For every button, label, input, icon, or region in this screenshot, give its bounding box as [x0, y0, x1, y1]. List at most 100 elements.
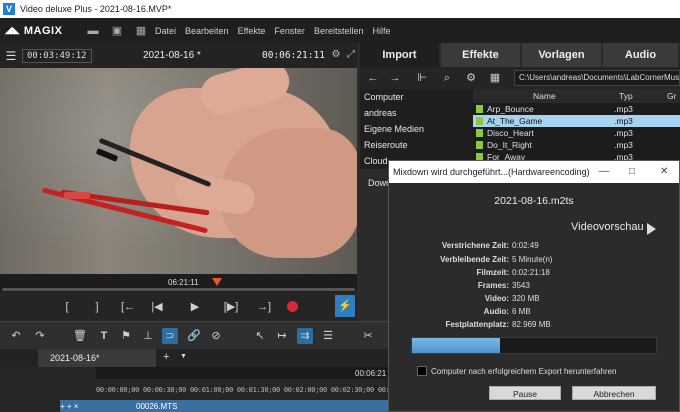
play-preview-icon[interactable] — [647, 223, 656, 235]
stat-label: Verstrichene Zeit: — [441, 241, 509, 250]
folder-item[interactable]: Eigene Medien — [360, 121, 470, 137]
file-row[interactable]: Do_It_Right .mp3 — [473, 139, 680, 151]
edit-toolbar: ↶ ↷ 🗑 T ⚑ ⊥ ⊃ 🔗 ⊘ ↖ ↦ ⇉ ☰ ✂ — [0, 321, 390, 349]
film-icon[interactable]: ▦ — [131, 21, 151, 41]
column-type[interactable]: Typ — [619, 89, 633, 103]
previous-button[interactable]: |◀ — [150, 300, 164, 314]
smart-edit-icon[interactable]: ⚡ — [335, 295, 355, 317]
menu-effekte[interactable]: Effekte — [238, 26, 266, 36]
tab-import[interactable]: Import — [360, 43, 439, 67]
stat-value: 3543 — [512, 281, 530, 290]
text-icon[interactable]: T — [96, 328, 112, 344]
playhead-marker[interactable] — [212, 278, 222, 286]
prev-marker-button[interactable]: [← — [118, 300, 138, 314]
menu-bereitstellen[interactable]: Bereitstellen — [314, 26, 364, 36]
video-track[interactable] — [60, 400, 390, 412]
menu-fenster[interactable]: Fenster — [274, 26, 305, 36]
file-name: At_The_Game — [487, 116, 543, 126]
clip-label[interactable]: 00026.MTS — [136, 402, 177, 411]
settings-gear-icon[interactable]: ⚙ — [464, 71, 478, 85]
search-icon[interactable]: ⌕ — [440, 71, 454, 85]
path-field[interactable]: C:\Users\andreas\Documents\LabCornerMusi… — [514, 70, 680, 86]
timeline-position-time: 00:06:21 — [355, 369, 387, 378]
link-icon[interactable]: 🔗 — [186, 328, 202, 344]
file-row[interactable]: Arp_Bounce .mp3 — [473, 103, 680, 115]
file-row[interactable]: At_The_Game .mp3 — [473, 115, 680, 127]
range-mode-icon[interactable]: ↦ — [274, 328, 290, 344]
video-preview[interactable] — [0, 68, 357, 274]
undo-icon[interactable]: ↶ — [8, 328, 24, 344]
hamburger-menu-icon[interactable]: ☰ — [0, 49, 22, 63]
shutdown-checkbox[interactable] — [417, 366, 427, 376]
minimize-icon[interactable]: — — [599, 161, 609, 183]
open-folder-icon[interactable]: ▬ — [83, 21, 103, 41]
file-row[interactable]: Disco_Heart .mp3 — [473, 127, 680, 139]
fullscreen-icon[interactable]: ⤢ — [345, 49, 357, 61]
folder-item[interactable]: Reiseroute — [360, 137, 470, 153]
set-in-point-button[interactable]: [ — [60, 300, 74, 314]
delete-icon[interactable]: 🗑 — [72, 328, 88, 344]
multitrack-mode-icon[interactable]: ☰ — [320, 328, 336, 344]
chevron-down-icon[interactable]: ▼ — [180, 353, 187, 360]
dialog-title: Mixdown wird durchgeführt...(Hardwareenc… — [393, 167, 590, 177]
total-time-display: 00:06:21:11 — [262, 50, 325, 61]
file-name: Disco_Heart — [487, 128, 534, 138]
file-list-header: Name Typ Gr — [473, 89, 680, 103]
column-name[interactable]: Name — [533, 89, 556, 103]
video-preview-toggle-label[interactable]: Videovorschau — [571, 221, 644, 233]
current-time-display[interactable]: 00:03:49:12 — [22, 48, 92, 63]
stat-label: Verbleibende Zeit: — [440, 255, 509, 264]
audio-file-icon — [476, 117, 483, 125]
unlink-icon[interactable]: ⊘ — [208, 328, 224, 344]
brand-name: MAGIX — [23, 24, 63, 37]
menu-bearbeiten[interactable]: Bearbeiten — [185, 26, 229, 36]
shutdown-checkbox-label[interactable]: Computer nach erfolgreichem Export herun… — [431, 367, 616, 376]
marker-flag-icon[interactable]: ⚑ — [118, 328, 134, 344]
tab-effekte[interactable]: Effekte — [440, 43, 520, 67]
forward-icon[interactable]: → — [388, 71, 402, 85]
column-size[interactable]: Gr — [667, 89, 676, 103]
folder-item[interactable]: andreas — [360, 105, 470, 121]
timeline-overview[interactable] — [96, 367, 390, 379]
close-icon[interactable]: ✕ — [660, 161, 668, 183]
add-tab-button[interactable]: + — [163, 351, 169, 363]
play-in-to-out-button[interactable]: [▶] — [220, 300, 242, 314]
file-name: Arp_Bounce — [487, 104, 534, 114]
tab-project[interactable]: 2021-08-16* — [38, 349, 156, 367]
loop-icon[interactable]: ⊃ — [162, 328, 178, 344]
back-icon[interactable]: ← — [366, 71, 380, 85]
tab-audio[interactable]: Audio — [602, 43, 678, 67]
split-icon[interactable]: ⊥ — [140, 328, 156, 344]
set-out-point-button[interactable]: ] — [90, 300, 104, 314]
cancel-button[interactable]: Abbrechen — [572, 386, 656, 400]
timeline-area[interactable]: 00:06:21 00:00:00;00 00:00:30;00 00:01:0… — [0, 367, 421, 412]
play-button[interactable]: ▶ — [188, 300, 202, 314]
pointer-icon[interactable]: ↖ — [252, 328, 268, 344]
settings-icon[interactable]: ⚙ — [330, 49, 342, 61]
folder-tree-icon[interactable]: ⊩ — [415, 71, 429, 85]
menu-hilfe[interactable]: Hilfe — [372, 26, 390, 36]
scissors-icon[interactable]: ✂ — [360, 328, 376, 344]
record-button[interactable] — [287, 301, 298, 312]
preview-header: ☰ 00:03:49:12 2021-08-16 * 00:06:21:11 ⚙… — [0, 43, 357, 68]
menu-datei[interactable]: Datei — [155, 26, 176, 36]
tab-vorlagen[interactable]: Vorlagen — [521, 43, 601, 67]
timeline-ruler[interactable]: 00:00:00;00 00:00:30;00 00:01:00;00 00:0… — [96, 386, 421, 394]
save-icon[interactable]: ▣ — [107, 21, 127, 41]
file-type: .mp3 — [614, 140, 633, 150]
position-scrubber[interactable]: 06:21:11 — [0, 274, 357, 292]
folder-item[interactable]: Computer — [360, 89, 470, 105]
window-title: Video deluxe Plus - 2021-08-16.MVP* — [20, 4, 172, 14]
redo-icon[interactable]: ↷ — [32, 328, 48, 344]
folder-item[interactable]: Downl — [364, 175, 393, 191]
scrub-track[interactable] — [2, 288, 355, 291]
track-controls[interactable]: + + × — [60, 402, 78, 411]
mixdown-dialog: Mixdown wird durchgeführt...(Hardwareenc… — [388, 160, 680, 412]
pause-button[interactable]: Pause — [489, 386, 561, 400]
grid-view-icon[interactable]: ▦ — [488, 71, 502, 85]
stat-value: 82.969 MB — [512, 320, 551, 329]
ripple-mode-icon[interactable]: ⇉ — [297, 328, 313, 344]
maximize-icon[interactable]: □ — [629, 161, 635, 183]
file-name: Do_It_Right — [487, 140, 532, 150]
next-marker-button[interactable]: →] — [255, 300, 273, 314]
